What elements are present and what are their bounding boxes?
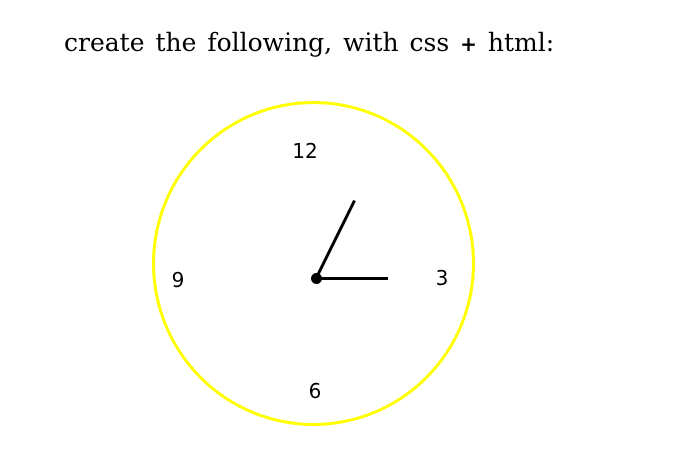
clock-center-pivot [311, 273, 322, 284]
numeral-twelve: 12 [292, 139, 318, 163]
numeral-nine: 9 [171, 268, 185, 292]
numeral-three: 3 [435, 266, 449, 290]
prompt-text-end: html: [487, 28, 555, 57]
minute-hand [316, 277, 388, 280]
prompt-text-start: create the following, with css [64, 28, 450, 57]
numeral-six: 6 [308, 379, 322, 403]
plus-sign: + [460, 32, 477, 56]
prompt-text: create the following, with css + html: [64, 28, 554, 57]
